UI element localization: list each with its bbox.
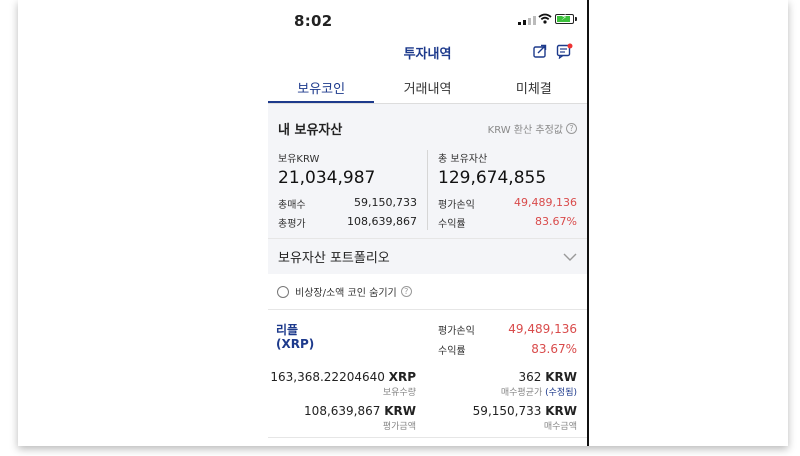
status-time: 8:02 [294, 12, 333, 30]
coin-pl-value: 49,489,136 [508, 322, 577, 336]
profit-loss-value: 49,489,136 [514, 196, 577, 209]
share-icon[interactable] [532, 43, 548, 59]
tab-bar: 보유코인 거래내역 미체결 [268, 66, 587, 104]
wifi-icon [538, 13, 552, 24]
chevron-down-icon [563, 253, 577, 261]
krw-estimate-note[interactable]: KRW 환산 추정값 ? [488, 119, 577, 138]
return-rate-value: 83.67% [535, 215, 577, 228]
average-buy-price: 362 KRW 매수평균가 (수정됨) [500, 370, 577, 398]
asset-summary: 내 보유자산 KRW 환산 추정값 ? 보유KRW 21,034,987 총매수… [268, 104, 587, 238]
edited-link[interactable]: (수정됨) [545, 388, 577, 398]
krw-value: 21,034,987 [278, 168, 376, 188]
help-icon[interactable]: ? [566, 123, 577, 134]
buy-amount: 59,150,733 KRW 매수금액 [472, 404, 577, 432]
hide-small-coins-option[interactable]: 비상장/소액 코인 숨기기 ? [268, 274, 587, 310]
app-header: 투자내역 [268, 40, 587, 66]
signal-icon [518, 15, 536, 25]
help-icon[interactable]: ? [400, 286, 412, 297]
total-assets-label: 총 보유자산 [438, 154, 488, 165]
divider [587, 0, 589, 446]
total-assets-value: 129,674,855 [438, 168, 547, 188]
evaluation-amount: 108,639,867 KRW 평가금액 [304, 404, 416, 432]
coin-symbol: (XRP) [276, 337, 315, 351]
coin-row[interactable]: 리플 (XRP) 평가손익 49,489,136 수익률 83.67% 163,… [268, 310, 587, 438]
tab-open-orders[interactable]: 미체결 [481, 66, 587, 103]
phone-screen: 8:02 ⚡ 투자내역 보유코인 거래내역 미체결 내 보유자산 KRW 환산 … [268, 0, 587, 446]
battery-icon: ⚡ [555, 13, 577, 24]
krw-label: 보유KRW [278, 154, 320, 165]
holding-quantity: 163,368.22204640 XRP 보유수량 [270, 370, 416, 398]
tab-holdings[interactable]: 보유코인 [268, 66, 375, 103]
coin-rate-label: 수익률 [438, 346, 466, 357]
tab-trade-history[interactable]: 거래내역 [374, 66, 480, 103]
portfolio-label: 보유자산 포트폴리오 [278, 251, 390, 266]
total-buy-value: 59,150,733 [354, 196, 417, 209]
total-eval-label: 총평가 [278, 219, 306, 230]
summary-heading: 내 보유자산 [278, 123, 343, 138]
total-buy-label: 총매수 [278, 200, 306, 211]
coin-pl-label: 평가손익 [438, 326, 475, 337]
profit-loss-label: 평가손익 [438, 200, 475, 211]
total-eval-value: 108,639,867 [347, 215, 417, 228]
portfolio-toggle[interactable]: 보유자산 포트폴리오 [268, 238, 587, 274]
coin-rate-value: 83.67% [531, 342, 577, 356]
hide-option-label: 비상장/소액 코인 숨기기 [295, 288, 397, 299]
chat-icon[interactable] [556, 43, 573, 59]
hide-checkbox[interactable] [277, 285, 289, 298]
coin-name: 리플 [276, 323, 299, 337]
status-bar: 8:02 ⚡ [268, 0, 587, 40]
return-rate-label: 수익률 [438, 219, 466, 230]
